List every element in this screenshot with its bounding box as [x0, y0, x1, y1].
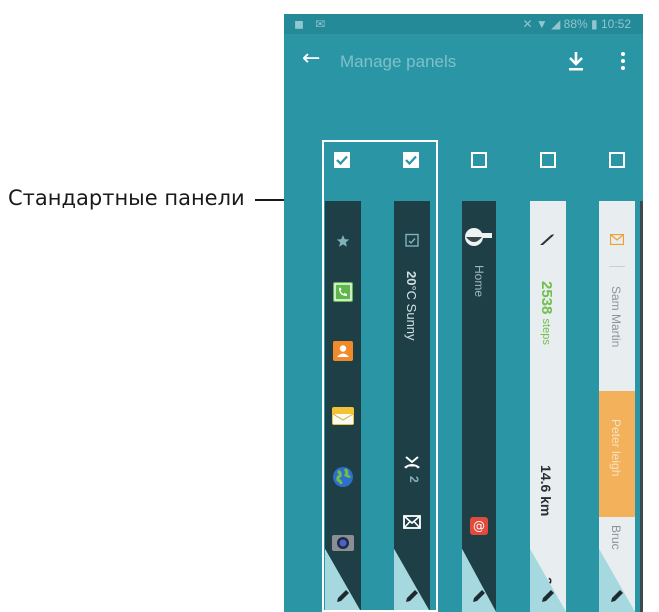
status-right-info: ✕ ▼ ◢ 88% ▮ 10:52 — [522, 17, 631, 31]
edit-pencil-icon[interactable] — [471, 588, 487, 604]
home-avatar-icon — [465, 228, 492, 246]
steps-unit: steps — [540, 318, 552, 345]
email-at-icon: @ — [470, 517, 488, 535]
panel-checkbox-contacts[interactable] — [609, 152, 625, 168]
panel-steps[interactable]: 2538 steps 14.6 km 20 — [530, 201, 566, 612]
steps-text: 2538 steps — [538, 281, 555, 345]
contact-name-2: Peter leigh — [609, 419, 623, 477]
distance-value: 14.6 km — [538, 465, 554, 517]
edit-pencil-icon[interactable] — [540, 588, 556, 604]
contact-divider — [609, 266, 625, 267]
contact-name-3: Bruc — [609, 525, 623, 550]
shoe-icon — [540, 234, 554, 245]
callout-label: Стандартные панели — [8, 186, 245, 210]
panel-contacts[interactable]: Sam Martin Peter leigh Bruc — [599, 201, 635, 612]
next-panel-edge — [640, 201, 643, 612]
app-bar: ← Manage panels — [284, 34, 643, 90]
panel-home[interactable]: Home @ — [462, 201, 496, 612]
status-left-icons: ◼ ✉ — [294, 17, 330, 31]
steps-value: 2538 — [538, 281, 555, 315]
back-arrow-icon[interactable]: ← — [302, 48, 320, 70]
edit-pencil-icon[interactable] — [609, 588, 625, 604]
camera-icon — [332, 535, 354, 551]
contact-name-1: Sam Martin — [609, 286, 623, 348]
status-bar: ◼ ✉ ✕ ▼ ◢ 88% ▮ 10:52 — [284, 14, 643, 34]
page-title: Manage panels — [340, 52, 457, 71]
panel-checkbox-home[interactable] — [471, 152, 487, 168]
download-icon[interactable] — [566, 50, 586, 72]
more-vertical-icon[interactable] — [618, 50, 628, 72]
panel-checkbox-steps[interactable] — [540, 152, 556, 168]
home-label: Home — [472, 265, 486, 298]
envelope-icon — [610, 234, 624, 245]
